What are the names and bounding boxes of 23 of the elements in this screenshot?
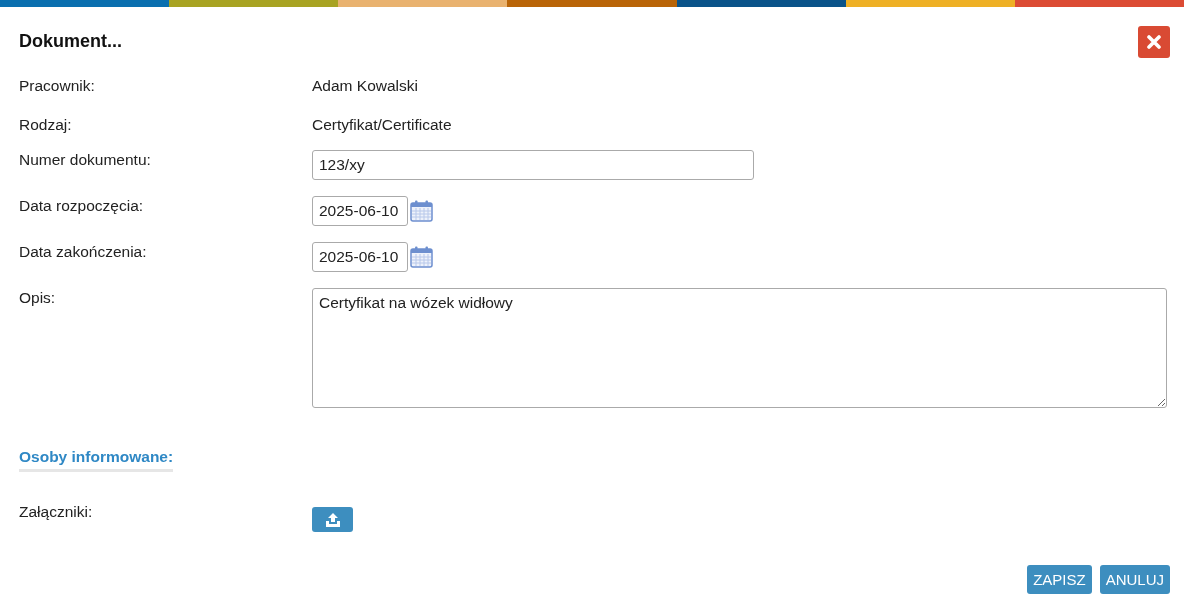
save-button[interactable]: ZAPISZ (1027, 565, 1092, 594)
cancel-button[interactable]: ANULUJ (1099, 565, 1170, 594)
upload-icon (324, 512, 341, 527)
field-label: Pracownik: (19, 76, 96, 96)
field-label: Numer dokumentu: (19, 150, 152, 170)
document-number-field[interactable]: 123/xy (312, 150, 754, 180)
field-label: Opis: (19, 288, 57, 308)
field-label: Data rozpoczęcia: (19, 196, 145, 216)
calendar-icon[interactable] (410, 200, 433, 222)
dialog-title: Dokument... (19, 31, 122, 52)
field-label: Rodzaj: (19, 115, 73, 135)
close-icon (1147, 34, 1161, 49)
section-heading: Osoby informowane: (19, 447, 174, 472)
date-field[interactable]: 2025-06-10 (312, 242, 408, 272)
description-field[interactable]: Certyfikat na wózek widłowy (312, 288, 1167, 408)
field-value: Certyfikat/Certificate (312, 115, 452, 135)
field-label: Załączniki: (19, 502, 94, 522)
upload-button[interactable] (312, 507, 353, 532)
close-button[interactable] (1138, 25, 1170, 58)
field-value: Adam Kowalski (312, 76, 418, 96)
field-label: Data zakończenia: (19, 242, 148, 262)
calendar-icon[interactable] (410, 246, 433, 268)
date-field[interactable]: 2025-06-10 (312, 196, 408, 226)
